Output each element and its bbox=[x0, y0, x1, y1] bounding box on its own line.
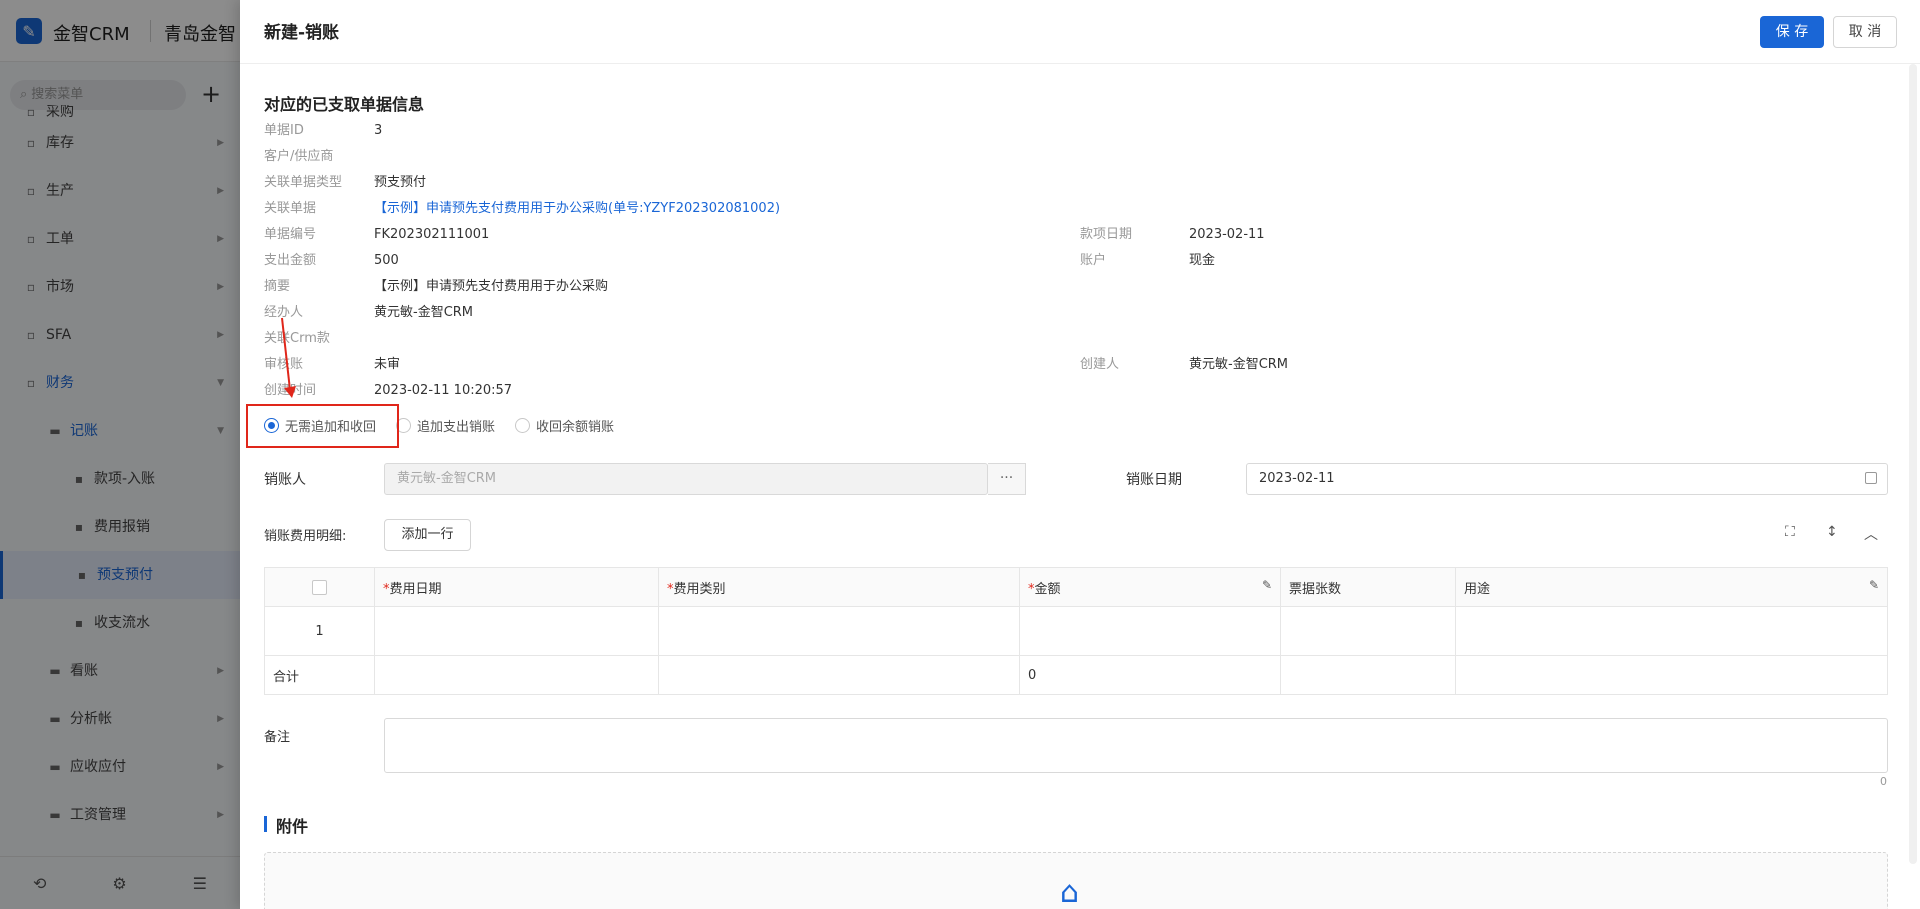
info-value: 黄元敏-金智CRM bbox=[374, 305, 474, 320]
drawer-header: 新建-销账 保 存 取 消 bbox=[240, 0, 1920, 64]
row-index: 1 bbox=[264, 606, 375, 656]
info-value: 现金 bbox=[1189, 253, 1216, 268]
column-header-purpose: 用途 ✎ bbox=[1455, 567, 1888, 607]
memo-char-count: 0 bbox=[1880, 775, 1887, 788]
info-value: 未审 bbox=[374, 357, 401, 372]
table-header-row: *费用日期 *费用类别 *金额 ✎ 票据张数 用途 ✎ bbox=[264, 567, 1888, 607]
writer-picker-button[interactable]: ··· bbox=[988, 463, 1026, 495]
memo-textarea[interactable] bbox=[384, 718, 1888, 773]
info-value: 2023-02-11 bbox=[1189, 227, 1265, 242]
date-label: 销账日期 bbox=[1126, 472, 1182, 488]
table-total-row: 合计 0 bbox=[264, 655, 1888, 695]
calendar-icon bbox=[1865, 472, 1877, 484]
save-button[interactable]: 保 存 bbox=[1760, 16, 1824, 48]
date-input[interactable]: 2023-02-11 bbox=[1246, 463, 1888, 495]
add-row-button[interactable]: 添加一行 bbox=[384, 519, 471, 551]
edit-icon[interactable]: ✎ bbox=[1869, 578, 1879, 592]
scrollbar[interactable] bbox=[1909, 64, 1917, 864]
section-marker bbox=[264, 816, 267, 832]
cell-purpose[interactable] bbox=[1455, 606, 1888, 656]
total-empty bbox=[1280, 655, 1456, 695]
column-header-category: *费用类别 bbox=[658, 567, 1020, 607]
info-key: 款项日期 bbox=[1080, 227, 1133, 242]
column-header-date: *费用日期 bbox=[374, 567, 659, 607]
info-value: 黄元敏-金智CRM bbox=[1189, 357, 1289, 372]
total-amount: 0 bbox=[1019, 655, 1281, 695]
select-all-cell bbox=[264, 567, 375, 607]
cancel-button[interactable]: 取 消 bbox=[1833, 16, 1897, 48]
info-value: 【示例】申请预先支付费用用于办公采购 bbox=[374, 279, 609, 294]
edit-icon[interactable]: ✎ bbox=[1262, 578, 1272, 592]
write-off-drawer: 新建-销账 保 存 取 消 对应的已支取单据信息 单据ID 3 客户/供应商 关… bbox=[240, 0, 1920, 909]
total-empty bbox=[1455, 655, 1888, 695]
fullscreen-icon[interactable]: ⛶ bbox=[1785, 524, 1795, 540]
detail-label: 销账费用明细: bbox=[264, 529, 347, 544]
info-value: 3 bbox=[374, 123, 383, 138]
info-key: 账户 bbox=[1080, 253, 1107, 268]
radio-append-expense[interactable]: 追加支出销账 bbox=[396, 416, 495, 435]
total-label: 合计 bbox=[264, 655, 375, 695]
column-header-amount: *金额 ✎ bbox=[1019, 567, 1281, 607]
related-document-link[interactable]: 【示例】申请预先支付费用用于办公采购(单号:YZYF202302081002) bbox=[374, 199, 780, 219]
radio-recover-balance[interactable]: 收回余额销账 bbox=[515, 416, 614, 435]
annotation-arrow bbox=[281, 317, 296, 398]
writer-input[interactable]: 黄元敏-金智CRM bbox=[384, 463, 988, 495]
info-key: 创建人 bbox=[1080, 357, 1120, 372]
info-value: 500 bbox=[374, 253, 399, 268]
resize-icon[interactable]: ↕ bbox=[1826, 524, 1838, 540]
total-empty bbox=[374, 655, 659, 695]
inbox-icon: ⌂ bbox=[1060, 875, 1080, 909]
select-all-checkbox[interactable] bbox=[312, 579, 327, 595]
column-header-receipts: 票据张数 bbox=[1280, 567, 1456, 607]
info-value: 预支预付 bbox=[374, 175, 427, 190]
collapse-up-icon[interactable]: ︿ bbox=[1864, 524, 1878, 544]
memo-label: 备注 bbox=[264, 730, 291, 745]
info-value: 2023-02-11 10:20:57 bbox=[374, 383, 513, 398]
info-value: FK202302111001 bbox=[374, 227, 490, 242]
cell-category[interactable] bbox=[658, 606, 1020, 656]
radio-dot[interactable] bbox=[515, 417, 531, 433]
table-row: 1 bbox=[264, 606, 1888, 656]
upload-dropzone[interactable]: ⌂ bbox=[264, 852, 1888, 909]
cell-date[interactable] bbox=[374, 606, 659, 656]
total-empty bbox=[658, 655, 1020, 695]
cell-receipts[interactable] bbox=[1280, 606, 1456, 656]
expense-table: *费用日期 *费用类别 *金额 ✎ 票据张数 用途 ✎ 1 合计 0 bbox=[264, 567, 1888, 695]
overlay-mask[interactable] bbox=[0, 0, 240, 909]
attachment-title: 附件 bbox=[276, 817, 309, 836]
writer-label: 销账人 bbox=[264, 472, 306, 488]
cell-amount[interactable] bbox=[1019, 606, 1281, 656]
